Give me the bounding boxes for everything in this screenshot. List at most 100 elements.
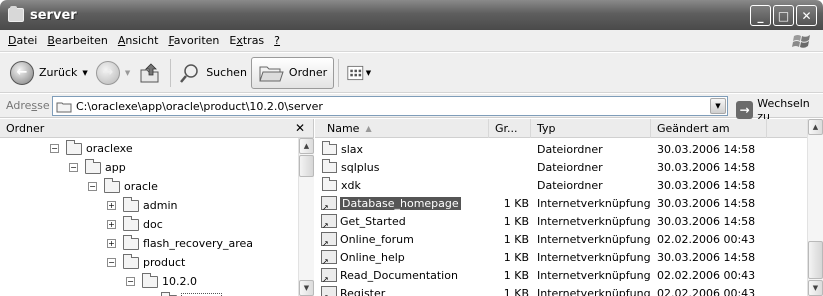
close-folder-pane-button[interactable]: ✕ [295, 121, 305, 135]
collapse-icon[interactable]: − [69, 163, 78, 172]
menu-item[interactable]: Favoriten [163, 34, 224, 47]
expand-icon[interactable]: + [107, 220, 116, 229]
file-size [491, 158, 529, 176]
folder-icon [123, 215, 139, 231]
scroll-up-button[interactable]: ▲ [299, 138, 314, 154]
menu-item[interactable]: Extras [224, 34, 269, 47]
scroll-thumb[interactable] [808, 241, 823, 279]
forward-arrow-icon: → [95, 60, 120, 85]
tree-item[interactable]: + flash_recovery_area [107, 234, 253, 253]
menu-item[interactable]: Datei [3, 34, 42, 47]
address-input[interactable]: C:\oraclexe\app\oracle\product\10.2.0\se… [52, 96, 728, 116]
back-dropdown-icon[interactable]: ▼ [82, 69, 87, 77]
internet-shortcut-icon [321, 286, 337, 296]
up-folder-button[interactable] [134, 57, 166, 89]
folder-icon [322, 140, 337, 155]
file-row[interactable]: sqlplus Dateiordner 30.03.2006 14:58 [315, 158, 807, 176]
folder-pane: Ordner ✕ − oraclexe − app − oracle + admin + doc +… [0, 119, 314, 296]
file-name: Get_Started [340, 214, 406, 228]
file-row[interactable]: Online_help 1 KB Internetverknüpfung 30.03.… [315, 248, 807, 266]
collapse-icon[interactable]: − [126, 277, 135, 286]
file-name-cell: Online_help [321, 248, 405, 266]
views-icon [347, 65, 364, 80]
search-label: Suchen [206, 66, 247, 79]
file-size: 1 KB [503, 286, 529, 296]
file-size: 1 KB [503, 232, 529, 246]
collapse-icon[interactable]: − [88, 182, 97, 191]
folder-icon [66, 139, 82, 155]
tree-item-label: doc [143, 218, 163, 231]
folder-icon [142, 272, 158, 288]
file-modified: 30.03.2006 14:58 [657, 160, 756, 174]
file-modified: 30.03.2006 14:58 [657, 196, 756, 210]
tree-item[interactable]: −server [145, 291, 222, 296]
file-modified: 02.02.2006 00:43 [657, 232, 756, 246]
file-row[interactable]: Database_homepage 1 KB Internetverknüpfung… [315, 194, 807, 212]
menu-item[interactable]: Bearbeiten [42, 34, 112, 47]
file-row[interactable]: Register 1 KB Internetverknüpfung 02.02.200… [315, 284, 807, 296]
file-list-scrollbar[interactable]: ▲ ▼ [807, 119, 823, 296]
file-row[interactable]: xdk Dateiordner 30.03.2006 14:58 [315, 176, 807, 194]
column-header-modified[interactable]: Geändert am [651, 119, 767, 138]
file-type: Dateiordner [537, 142, 603, 156]
menu-item-text: nsicht [125, 34, 159, 47]
column-header-name[interactable]: Name ▲ [315, 119, 489, 138]
tree-item[interactable]: − oracle [88, 177, 158, 196]
forward-button[interactable]: → ▼ [92, 57, 134, 89]
folder-icon [322, 158, 337, 173]
column-name-label: Name [327, 122, 360, 135]
file-type: Internetverknüpfung [537, 214, 651, 228]
maximize-button[interactable]: □ [773, 5, 794, 26]
file-row[interactable]: Read_Documentation 1 KB Internetverknüpfun… [315, 266, 807, 284]
file-row[interactable]: Online_forum 1 KB Internetverknüpfung 02.02… [315, 230, 807, 248]
scroll-down-button[interactable]: ▼ [808, 280, 823, 296]
tree-item[interactable]: + doc [107, 215, 163, 234]
back-button[interactable]: ← Zurück ▼ [6, 57, 92, 89]
file-name-cell: Read_Documentation [321, 266, 458, 284]
tree-item[interactable]: − product [107, 253, 185, 272]
folder-icon [123, 234, 139, 250]
file-name: Online_help [340, 250, 405, 264]
column-size-label: Gr... [495, 122, 518, 135]
go-arrow-icon: → [736, 101, 754, 119]
column-header-size[interactable]: Gr... [489, 119, 531, 138]
folder-icon [123, 253, 139, 269]
address-label-part: se [37, 99, 50, 112]
file-row[interactable]: slax Dateiordner 30.03.2006 14:58 [315, 140, 807, 158]
file-list-pane: Name ▲ Gr... Typ Geändert am slax Dateior… [315, 119, 823, 296]
views-button[interactable]: ▼ [343, 60, 375, 86]
internet-shortcut-icon [321, 214, 337, 230]
close-button[interactable]: ✕ [796, 5, 817, 26]
tree-item[interactable]: − app [69, 158, 126, 177]
tree-item[interactable]: − 10.2.0 [126, 272, 197, 291]
folder-tree: − oraclexe − app − oracle + admin + doc + flash_rec… [0, 138, 298, 296]
folders-button[interactable]: Ordner [250, 56, 335, 89]
search-button[interactable]: Suchen [175, 57, 251, 89]
menu-item[interactable]: Ansicht [113, 34, 164, 47]
scroll-down-button[interactable]: ▼ [299, 280, 314, 296]
tree-item[interactable]: − oraclexe [50, 139, 133, 158]
expand-icon[interactable]: + [107, 201, 116, 210]
tree-item[interactable]: + admin [107, 196, 177, 215]
address-dropdown-button[interactable]: ▼ [710, 98, 726, 114]
collapse-icon[interactable]: − [50, 144, 59, 153]
column-header-type[interactable]: Typ [531, 119, 651, 138]
folder-tree-scrollbar[interactable]: ▲ ▼ [298, 138, 314, 296]
menu-item-text: ? [274, 34, 281, 47]
file-type: Internetverknüpfung [537, 196, 651, 210]
scroll-up-button[interactable]: ▲ [808, 119, 823, 135]
file-name: slax [341, 142, 364, 156]
title-bar[interactable]: server _ □ ✕ [0, 0, 823, 30]
address-bar: Adresse C:\oraclexe\app\oracle\product\1… [0, 94, 823, 123]
file-row[interactable]: Get_Started 1 KB Internetverknüpfung 30.03.… [315, 212, 807, 230]
scroll-thumb[interactable] [299, 155, 314, 177]
folders-icon [259, 66, 284, 81]
file-type: Internetverknüpfung [537, 268, 651, 282]
forward-dropdown-icon[interactable]: ▼ [125, 69, 130, 77]
minimize-button[interactable]: _ [750, 5, 771, 26]
menu-item[interactable]: ? [269, 34, 285, 47]
file-modified: 30.03.2006 14:58 [657, 142, 756, 156]
collapse-icon[interactable]: − [107, 258, 116, 267]
internet-shortcut-icon [321, 232, 337, 248]
expand-icon[interactable]: + [107, 239, 116, 248]
